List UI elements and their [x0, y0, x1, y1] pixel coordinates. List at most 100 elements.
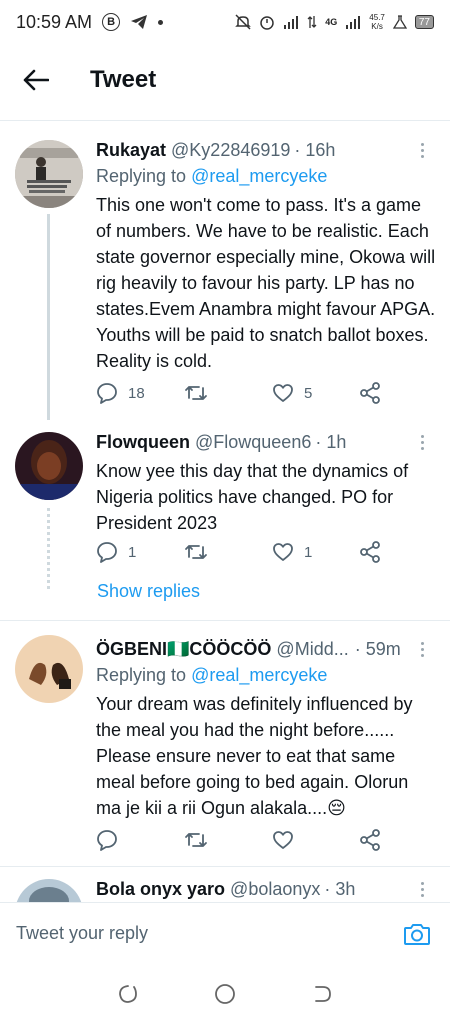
tweet-text: Your dream was definitely influenced by … — [96, 694, 413, 818]
like-button[interactable]: 5 — [272, 383, 312, 403]
avatar-image — [15, 635, 83, 703]
display-name[interactable]: Bola onyx yaro — [96, 877, 225, 901]
more-options-button[interactable] — [412, 430, 432, 454]
status-time: 10:59 AM — [16, 11, 93, 32]
comment-icon — [97, 830, 117, 851]
status-bar: 10:59 AM B 4G 45.7 K/s 77 — [0, 0, 450, 44]
tweet-header: Bola onyx yaro @bolaonyx · 3h — [96, 877, 436, 901]
tweet-flowqueen[interactable]: Flowqueen @Flowqueen6 · 1h Know yee this… — [0, 420, 450, 616]
share-button[interactable] — [359, 382, 381, 404]
replying-to-link[interactable]: @real_mercyeke — [191, 665, 327, 685]
heart-icon — [273, 543, 293, 561]
alarm-icon — [260, 16, 275, 30]
recent-apps-icon — [119, 985, 138, 1003]
retweet-button[interactable] — [184, 382, 218, 404]
retweet-button[interactable] — [184, 829, 218, 851]
like-button[interactable]: 1 — [272, 542, 312, 562]
flask-icon — [392, 15, 407, 29]
notification-dot-icon — [158, 19, 164, 25]
network-type: 4G — [325, 17, 338, 27]
reply-button[interactable]: 18 — [96, 382, 145, 404]
tweet-actions: 18 5 — [96, 378, 396, 408]
tweet-text: This one won't come to pass. It's a game… — [96, 195, 436, 371]
comment-icon — [97, 383, 117, 404]
retweet-icon — [185, 386, 207, 400]
tweet-ogbeni[interactable]: ÖGBENI🇳🇬CÖÖCÖÖ @Midd... · 59m Replying t… — [0, 621, 450, 865]
show-replies-link[interactable]: Show replies — [97, 581, 200, 602]
signal-1-icon — [284, 16, 299, 29]
signal-2-icon — [346, 16, 361, 29]
replying-to-link[interactable]: @real_mercyeke — [191, 166, 327, 186]
more-options-button[interactable] — [412, 138, 432, 162]
reply-bar — [0, 902, 450, 964]
network-speed: 45.7 K/s — [369, 13, 385, 31]
thread-line — [47, 508, 50, 592]
avatar[interactable] — [15, 879, 83, 902]
reply-count: 18 — [128, 384, 145, 402]
more-options-button[interactable] — [412, 877, 432, 901]
thread-line — [47, 214, 50, 420]
arrow-left-icon — [23, 69, 49, 91]
tweet-rukayat[interactable]: Rukayat @Ky22846919 · 16h Replying to @r… — [0, 130, 450, 420]
display-name[interactable]: ÖGBENI🇳🇬CÖÖCÖÖ — [96, 637, 271, 661]
tweet-bola[interactable]: Bola onyx yaro @bolaonyx · 3h — [0, 867, 450, 902]
tweet-header: Rukayat @Ky22846919 · 16h — [96, 138, 436, 162]
avatar[interactable] — [15, 635, 83, 703]
comment-icon — [97, 542, 117, 563]
share-icon — [360, 382, 380, 404]
avatar[interactable] — [15, 140, 83, 208]
back-nav-icon — [314, 986, 331, 1002]
back-button[interactable] — [16, 60, 56, 100]
back-nav-button[interactable] — [307, 979, 337, 1009]
avatar-image — [15, 432, 83, 500]
more-options-button[interactable] — [412, 637, 432, 661]
share-button[interactable] — [359, 541, 381, 563]
share-icon — [360, 829, 380, 851]
retweet-button[interactable] — [184, 541, 218, 563]
avatar-image — [15, 140, 83, 208]
tweet-content: Flowqueen @Flowqueen6 · 1h Know yee this… — [96, 430, 436, 536]
user-handle[interactable]: @Ky22846919 — [171, 138, 290, 162]
reply-button[interactable] — [96, 829, 128, 851]
tweet-time: · 1h — [315, 432, 347, 452]
reply-input[interactable] — [16, 923, 400, 944]
b-notification-icon: B — [102, 13, 121, 31]
tweet-header: Flowqueen @Flowqueen6 · 1h — [96, 430, 436, 454]
tweet-actions — [96, 825, 396, 855]
tweet-header: ÖGBENI🇳🇬CÖÖCÖÖ @Midd... · 59m — [96, 637, 436, 661]
like-button[interactable] — [272, 830, 304, 850]
heart-icon — [273, 831, 293, 849]
avatar[interactable] — [15, 432, 83, 500]
page-title: Tweet — [90, 66, 157, 93]
tweet-time: · 3h — [324, 879, 356, 899]
home-button[interactable] — [210, 979, 240, 1009]
tweet-content: ÖGBENI🇳🇬CÖÖCÖÖ @Midd... · 59m Replying t… — [96, 637, 436, 821]
tweet-text: Know yee this day that the dynamics of N… — [96, 461, 409, 533]
header: Tweet — [0, 44, 450, 116]
user-handle[interactable]: @Midd... — [276, 637, 348, 661]
tweet-actions: 1 1 — [96, 537, 396, 567]
display-name[interactable]: Rukayat — [96, 138, 166, 162]
retweet-icon — [185, 545, 207, 559]
mute-icon — [235, 14, 252, 30]
replying-to: Replying to @real_mercyeke — [96, 166, 328, 186]
status-left-icons: B — [102, 13, 164, 31]
reply-button[interactable]: 1 — [96, 541, 136, 563]
tweet-time: · 59m — [354, 639, 401, 659]
like-count: 5 — [304, 384, 313, 402]
retweet-icon — [185, 833, 207, 847]
user-handle[interactable]: @bolaonyx — [230, 877, 320, 901]
camera-button[interactable] — [400, 917, 434, 951]
status-right-icons: 4G 45.7 K/s 77 — [235, 13, 434, 31]
replying-to: Replying to @real_mercyeke — [96, 665, 328, 685]
recent-apps-button[interactable] — [113, 979, 143, 1009]
user-handle[interactable]: @Flowqueen6 — [195, 430, 311, 454]
tweet-content: Rukayat @Ky22846919 · 16h Replying to @r… — [96, 138, 436, 374]
share-button[interactable] — [359, 829, 381, 851]
system-nav-bar — [0, 964, 450, 1024]
avatar-image — [15, 879, 83, 902]
display-name[interactable]: Flowqueen — [96, 430, 190, 454]
tweet-time: · 16h — [294, 140, 336, 160]
share-icon — [360, 541, 380, 563]
camera-icon — [404, 923, 430, 945]
